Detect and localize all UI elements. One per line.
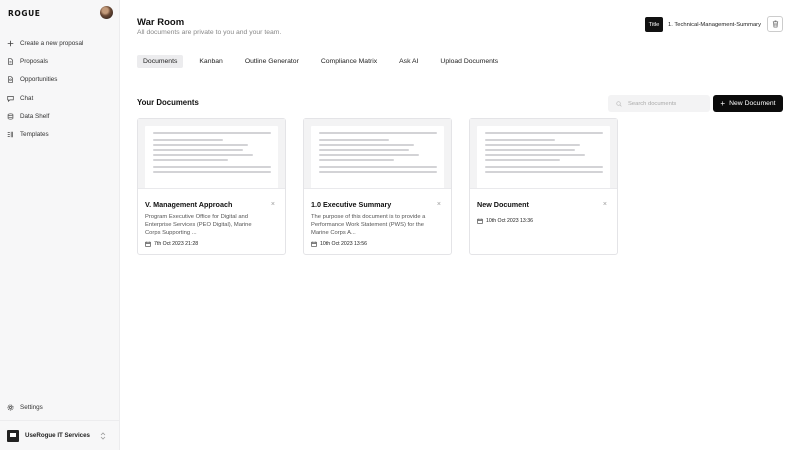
tab-outline-generator[interactable]: Outline Generator xyxy=(239,55,305,68)
new-document-label: New Document xyxy=(729,100,776,107)
document-title: V. Management Approach xyxy=(145,200,233,209)
document-page-thumbnail xyxy=(145,126,278,188)
plus-icon: + xyxy=(720,99,726,108)
gear-icon xyxy=(7,404,14,411)
page-title: War Room xyxy=(137,17,185,28)
tab-documents[interactable]: Documents xyxy=(137,55,184,68)
trash-icon xyxy=(772,20,778,28)
sidebar-nav: Create a new proposal Proposals Opportun… xyxy=(0,34,120,144)
org-name: UseRogue IT Services xyxy=(25,432,90,439)
document-preview xyxy=(304,119,451,189)
new-document-button[interactable]: + New Document xyxy=(713,95,783,112)
document-description: The purpose of this document is to provi… xyxy=(311,214,426,236)
sidebar-item-settings[interactable]: Settings xyxy=(0,398,120,416)
tab-compliance-matrix[interactable]: Compliance Matrix xyxy=(315,55,383,68)
sidebar-item-label: Proposals xyxy=(20,57,49,65)
org-switcher[interactable]: UseRogue IT Services xyxy=(0,420,120,450)
sidebar-item-templates[interactable]: Templates xyxy=(0,125,120,143)
document-card[interactable]: New Document × 10th Oct 2023 13:36 xyxy=(469,118,618,255)
search-input[interactable] xyxy=(628,100,703,107)
tab-upload-documents[interactable]: Upload Documents xyxy=(434,55,504,68)
org-logo xyxy=(7,429,19,442)
plus-icon xyxy=(7,40,14,47)
sidebar-item-opportunities[interactable]: Opportunities xyxy=(0,71,120,89)
page-subtitle: All documents are private to you and you… xyxy=(137,29,282,36)
close-icon[interactable]: × xyxy=(437,201,441,208)
sidebar-item-label: Data Shelf xyxy=(20,112,50,120)
document-date-text: 10th Oct 2023 13:36 xyxy=(486,218,534,224)
calendar-icon xyxy=(477,218,483,224)
document-date: 7th Oct 2023 21:28 xyxy=(145,241,198,247)
document-title: 1.0 Executive Summary xyxy=(311,200,392,209)
sidebar-settings-section: Settings xyxy=(0,398,120,416)
document-card[interactable]: V. Management Approach × Program Executi… xyxy=(137,118,286,255)
document-date-text: 7th Oct 2023 21:28 xyxy=(154,241,199,247)
sidebar-item-create-proposal[interactable]: Create a new proposal xyxy=(0,34,120,52)
sidebar-item-label: Opportunities xyxy=(20,76,58,84)
document-preview xyxy=(470,119,617,189)
document-search-icon xyxy=(7,76,14,83)
sidebar-item-label: Chat xyxy=(20,94,34,102)
title-input[interactable]: 1. Technical-Management-Summary xyxy=(665,17,764,32)
sidebar-item-proposals[interactable]: Proposals xyxy=(0,52,120,70)
close-icon[interactable]: × xyxy=(603,201,607,208)
title-chip: Title xyxy=(645,17,663,32)
tab-kanban[interactable]: Kanban xyxy=(193,55,228,68)
database-icon xyxy=(7,113,14,120)
document-date: 10th Oct 2023 13:36 xyxy=(477,218,533,224)
document-card[interactable]: 1.0 Executive Summary × The purpose of t… xyxy=(303,118,452,255)
sidebar-item-label: Create a new proposal xyxy=(20,39,84,47)
brand-logo[interactable]: ROGUE xyxy=(8,9,41,18)
document-page-thumbnail xyxy=(477,126,610,188)
sidebar-item-label: Settings xyxy=(20,403,43,411)
document-date-text: 10th Oct 2023 13:56 xyxy=(320,241,368,247)
sidebar-item-chat[interactable]: Chat xyxy=(0,89,120,107)
sidebar: ROGUE Create a new proposal Proposals Op… xyxy=(0,0,120,450)
chat-icon xyxy=(7,95,14,102)
close-icon[interactable]: × xyxy=(271,201,275,208)
document-page-thumbnail xyxy=(311,126,444,188)
document-title: New Document xyxy=(477,200,529,209)
search-box xyxy=(608,95,710,112)
main-content: War Room All documents are private to yo… xyxy=(120,0,800,450)
file-icon xyxy=(7,58,14,65)
calendar-icon xyxy=(311,241,317,247)
calendar-icon xyxy=(145,241,151,247)
template-icon xyxy=(7,131,14,138)
user-avatar[interactable] xyxy=(100,6,113,19)
chevron-up-down-icon xyxy=(100,432,106,440)
document-preview xyxy=(138,119,285,189)
section-title: Your Documents xyxy=(137,98,199,107)
document-description: Program Executive Office for Digital and… xyxy=(145,214,252,236)
search-icon xyxy=(616,100,622,107)
document-date: 10th Oct 2023 13:56 xyxy=(311,241,367,247)
sidebar-item-data-shelf[interactable]: Data Shelf xyxy=(0,107,120,125)
tab-bar: Documents Kanban Outline Generator Compl… xyxy=(137,55,514,68)
delete-button[interactable] xyxy=(767,16,783,32)
sidebar-item-label: Templates xyxy=(20,131,49,139)
tab-ask-ai[interactable]: Ask AI xyxy=(393,55,424,68)
